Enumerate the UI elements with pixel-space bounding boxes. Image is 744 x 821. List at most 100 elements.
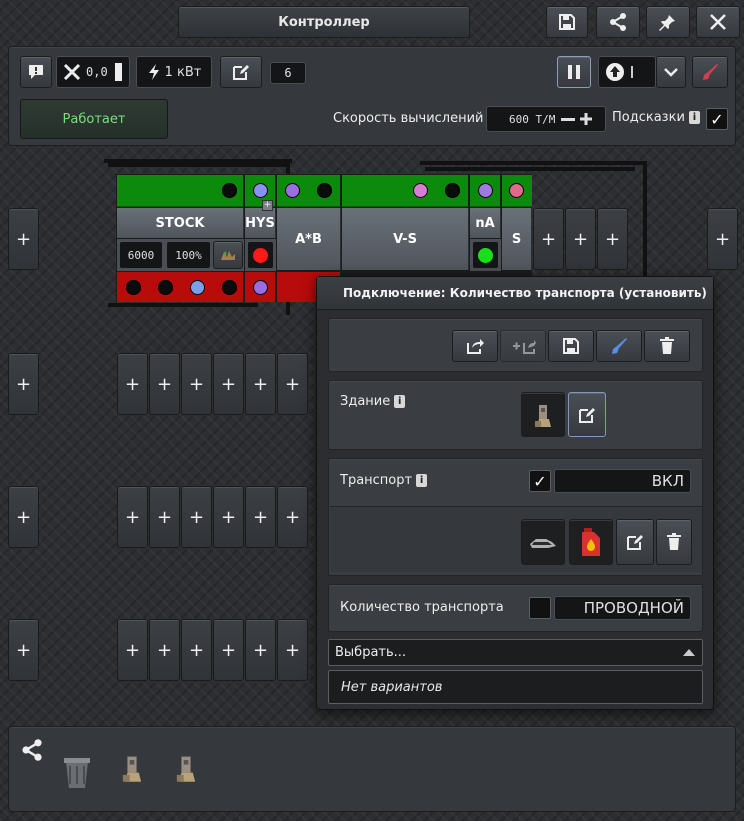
speed-label: Скорость вычислений: [333, 111, 484, 126]
dropdown-button[interactable]: [656, 56, 686, 88]
info-icon[interactable]: i: [394, 395, 406, 408]
close-button[interactable]: [696, 6, 740, 38]
combinator-ab[interactable]: A*B: [277, 208, 341, 270]
brush-icon: [703, 64, 718, 80]
port-dot[interactable]: [478, 183, 493, 198]
add-slot-button[interactable]: +: [117, 619, 148, 681]
port-dot[interactable]: [253, 183, 268, 198]
pause-button[interactable]: [557, 56, 591, 88]
share-button[interactable]: [596, 6, 640, 38]
hints-checkbox[interactable]: ✓: [706, 108, 728, 130]
add-slot-button[interactable]: +: [213, 486, 244, 548]
port-dot[interactable]: [126, 280, 141, 295]
stock-percent[interactable]: 100%: [166, 241, 211, 269]
fuel-slot[interactable]: [569, 519, 613, 565]
stock-item-slot[interactable]: [213, 241, 243, 269]
port-dot[interactable]: [445, 183, 460, 198]
triangle-up-icon: [683, 649, 695, 656]
combinator-vs[interactable]: V-S: [342, 208, 469, 270]
info-icon[interactable]: i: [416, 474, 428, 487]
status-indicator: Работает: [20, 99, 168, 139]
add-slot-button[interactable]: +: [149, 353, 180, 415]
add-slot-button[interactable]: +: [277, 486, 308, 548]
save-button[interactable]: [546, 6, 588, 38]
plus-icon[interactable]: [579, 112, 593, 126]
share-icon[interactable]: [20, 738, 44, 762]
brush-icon: [612, 338, 627, 354]
building-label-text: Здание: [340, 394, 391, 409]
info-icon[interactable]: i: [688, 111, 700, 124]
alert-button[interactable]: [20, 56, 52, 88]
port-dot[interactable]: [285, 183, 300, 198]
combinator-hys[interactable]: HYS: [245, 208, 276, 238]
delete-connection-button[interactable]: [644, 330, 690, 362]
add-slot-button[interactable]: +: [565, 208, 596, 270]
add-slot-button[interactable]: +: [8, 486, 39, 548]
port-dot[interactable]: [222, 183, 237, 198]
add-slot-button[interactable]: +: [8, 208, 39, 270]
select-dropdown[interactable]: Выбрать...: [328, 639, 703, 666]
port-dot[interactable]: [509, 183, 524, 198]
add-slot-button[interactable]: +: [181, 619, 212, 681]
signal-display[interactable]: 0,0: [56, 56, 130, 88]
minus-icon[interactable]: [561, 117, 576, 121]
combinator-s[interactable]: S: [502, 208, 532, 270]
trash-icon: [660, 337, 674, 354]
chevron-down-icon: [664, 68, 678, 77]
step-display[interactable]: [598, 56, 656, 88]
paint-button[interactable]: [692, 56, 728, 88]
add-slot-button[interactable]: +: [181, 486, 212, 548]
port-dot[interactable]: [253, 280, 268, 295]
add-slot-button[interactable]: +: [181, 353, 212, 415]
trash-bin-building-icon[interactable]: [60, 750, 94, 790]
transport-checkbox[interactable]: ✓: [529, 470, 551, 492]
add-slot-button[interactable]: +: [149, 486, 180, 548]
edit-button[interactable]: [220, 56, 262, 88]
count-value: ПРОВОДНОЙ: [583, 599, 684, 617]
add-slot-button[interactable]: +: [277, 619, 308, 681]
edit-transport-button[interactable]: [616, 519, 654, 565]
speed-control[interactable]: 600 Т/М: [486, 106, 606, 132]
port-dot[interactable]: [413, 183, 428, 198]
add-slot-button[interactable]: +: [117, 353, 148, 415]
add-slot-button[interactable]: +: [707, 208, 738, 270]
add-slot-button[interactable]: +: [213, 353, 244, 415]
building-icon[interactable]: [172, 752, 200, 784]
export-button[interactable]: [452, 330, 498, 362]
port-dot[interactable]: [317, 183, 332, 198]
port-dot[interactable]: [158, 280, 173, 295]
add-slot-button[interactable]: +: [245, 353, 276, 415]
add-slot-button[interactable]: +: [597, 208, 628, 270]
window-title-bar[interactable]: Контроллер: [178, 6, 470, 38]
add-slot-button[interactable]: +: [149, 619, 180, 681]
add-slot-button[interactable]: +: [8, 353, 39, 415]
port-dot[interactable]: [190, 280, 205, 295]
delete-transport-button[interactable]: [656, 519, 692, 565]
paint-connection-button[interactable]: [596, 330, 642, 362]
share-icon: [610, 13, 626, 31]
add-slot-button[interactable]: +: [245, 619, 276, 681]
transport-value-display: ВКЛ: [554, 469, 691, 493]
port-dot[interactable]: [222, 280, 237, 295]
add-slot-button[interactable]: +: [8, 619, 39, 681]
import-button[interactable]: [500, 330, 546, 362]
edit-icon: [627, 535, 643, 550]
power-display[interactable]: 1 кВт: [136, 56, 212, 88]
vehicle-slot[interactable]: [521, 519, 565, 565]
add-slot-button[interactable]: +: [277, 353, 308, 415]
save-connection-button[interactable]: [548, 330, 594, 362]
combinator-stock[interactable]: STOCK: [117, 208, 244, 238]
building-slot[interactable]: [521, 392, 565, 437]
edit-building-button[interactable]: [568, 392, 606, 437]
add-slot-button[interactable]: +: [245, 486, 276, 548]
add-slot-button[interactable]: +: [213, 619, 244, 681]
building-icon[interactable]: [118, 752, 146, 784]
add-slot-button[interactable]: +: [117, 486, 148, 548]
count-checkbox[interactable]: [529, 597, 551, 619]
pin-button[interactable]: [646, 6, 690, 38]
trash-icon: [667, 533, 681, 550]
combinator-na[interactable]: nA: [470, 208, 501, 238]
stock-amount[interactable]: 6000: [119, 241, 163, 269]
add-slot-button[interactable]: +: [533, 208, 564, 270]
transport-value: ВКЛ: [651, 472, 684, 490]
